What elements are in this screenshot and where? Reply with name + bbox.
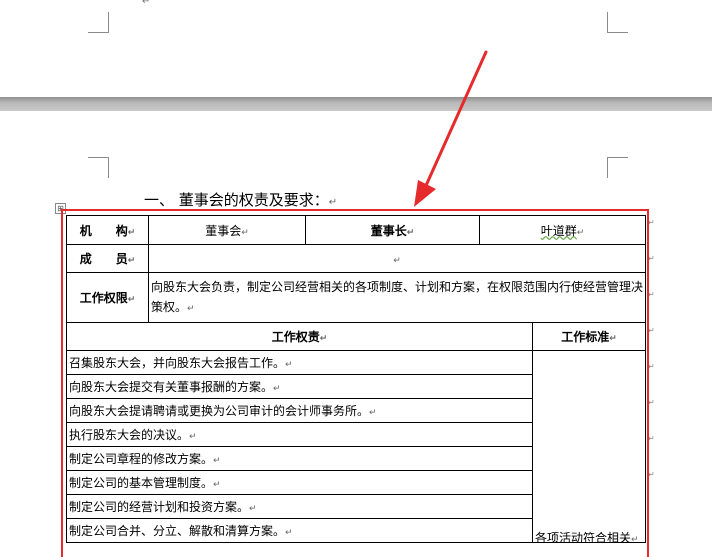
margin-corner-mark xyxy=(88,157,109,178)
duty-cell[interactable]: 制定公司章程的修改方案。↵ xyxy=(66,446,533,471)
row-end-mark: ↵ xyxy=(648,254,655,263)
header-standard[interactable]: 工作标准↵ xyxy=(532,322,646,351)
standard-cell[interactable]: 各项活动符合相关↵ xyxy=(532,350,646,543)
row-end-mark: ↵ xyxy=(648,362,655,371)
row-end-mark: ↵ xyxy=(648,218,655,227)
table-move-handle-icon[interactable]: ⊞ xyxy=(55,203,66,214)
cell-org-label[interactable]: 机 构↵ xyxy=(66,215,149,245)
previous-page: ↵ xyxy=(0,0,712,97)
table-row: 机 构↵ 董事会↵ 董事长↵ 叶道群↵ xyxy=(66,215,646,245)
cell-authority-value[interactable]: 向股东大会负责，制定公司经营相关的各项制度、计划和方案，在权限范围内行使经营管理… xyxy=(148,272,646,323)
row-end-mark: ↵ xyxy=(648,290,655,299)
margin-corner-mark xyxy=(607,12,628,33)
duty-cell[interactable]: 向股东大会提请聘请或更换为公司审计的会计师事务所。↵ xyxy=(66,398,533,423)
board-responsibility-table: 机 构↵ 董事会↵ 董事长↵ 叶道群↵ 成 员↵ ↵ 工作权限↵ 向股东大会负责… xyxy=(66,215,646,543)
table-row: 成 员↵ ↵ xyxy=(66,244,646,273)
row-end-mark: ↵ xyxy=(648,434,655,443)
table-header-row: 工作权责↵ 工作标准↵ xyxy=(66,322,646,351)
cell-org-value[interactable]: 董事会↵ xyxy=(148,215,306,245)
header-duties[interactable]: 工作权责↵ xyxy=(66,322,533,351)
paragraph-mark: ↵ xyxy=(142,0,151,7)
duty-cell[interactable]: 制定公司的经营计划和投资方案。↵ xyxy=(66,494,533,519)
cell-chairman-label[interactable]: 董事长↵ xyxy=(305,215,480,245)
row-end-marks: ↵ ↵ ↵ ↵ ↵ ↵ ↵ ↵ xyxy=(648,218,656,506)
page-separator xyxy=(0,97,712,111)
duty-cell[interactable]: 制定公司合并、分立、解散和清算方案。↵ xyxy=(66,518,533,543)
cell-chairman-value[interactable]: 叶道群↵ xyxy=(479,215,646,245)
duty-cell[interactable]: 召集股东大会，并向股东大会报告工作。↵ xyxy=(66,350,533,375)
cell-members-label[interactable]: 成 员↵ xyxy=(66,244,149,273)
cell-authority-label[interactable]: 工作权限↵ xyxy=(66,272,149,323)
margin-corner-mark xyxy=(88,12,109,33)
section-heading: 一、 董事会的权责及要求：↵ xyxy=(144,189,337,210)
row-end-mark: ↵ xyxy=(648,398,655,407)
row-end-mark: ↵ xyxy=(648,470,655,479)
duty-cell[interactable]: 制定公司的基本管理制度。↵ xyxy=(66,470,533,495)
row-end-mark: ↵ xyxy=(648,326,655,335)
cell-members-value[interactable]: ↵ xyxy=(148,244,646,273)
table-row: 工作权限↵ 向股东大会负责，制定公司经营相关的各项制度、计划和方案，在权限范围内… xyxy=(66,272,646,323)
section-heading-text: 一、 董事会的权责及要求： xyxy=(144,191,329,209)
paragraph-mark: ↵ xyxy=(328,197,338,208)
duty-cell[interactable]: 向股东大会提交有关董事报酬的方案。↵ xyxy=(66,374,533,399)
table-row: 召集股东大会，并向股东大会报告工作。↵ 各项活动符合相关↵ xyxy=(66,350,646,543)
margin-corner-mark xyxy=(607,157,628,178)
duty-cell[interactable]: 执行股东大会的决议。↵ xyxy=(66,422,533,447)
